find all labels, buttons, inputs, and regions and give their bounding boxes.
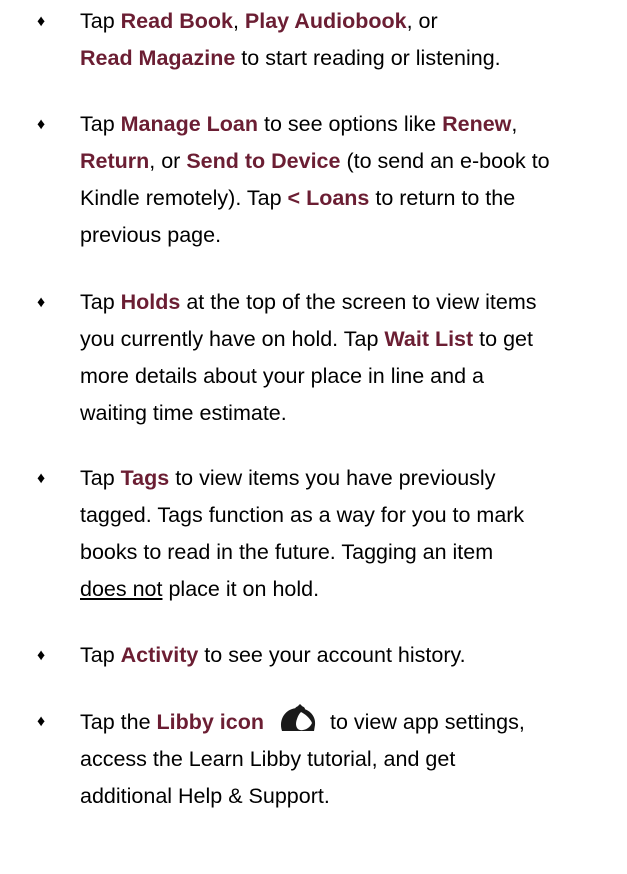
tags-label: Tags [120, 466, 170, 490]
text-run: place it on hold. [162, 577, 320, 601]
text-line: you currently have on hold. Tap Wait Lis… [80, 321, 625, 358]
bullet-icon: ♦ [37, 294, 46, 311]
list-item-text: Tap Manage Loan to see options like Rene… [80, 106, 625, 254]
text-run: Tap [80, 9, 121, 33]
text-run: to see options like [258, 112, 443, 136]
text-line: previous page. [80, 217, 625, 254]
text-line: tagged. Tags function as a way for you t… [80, 497, 625, 534]
bullet-icon: ♦ [37, 116, 46, 133]
text-run: , [232, 9, 245, 33]
send-to-device-label: Send to Device [186, 149, 341, 173]
text-line: Tap Read Book, Play Audiobook, or [80, 3, 625, 40]
list-item-text: Tap Activity to see your account history… [80, 637, 625, 674]
text-run: Tap the [80, 710, 157, 734]
activity-label: Activity [120, 643, 199, 667]
text-run: to view app settings, [330, 710, 525, 734]
manage-loan-label: Manage Loan [120, 112, 259, 136]
list-item-text: Tap Holds at the top of the screen to vi… [80, 284, 625, 432]
text-run: to see your account history. [198, 643, 466, 667]
holds-label: Holds [120, 290, 181, 314]
return-label: Return [80, 149, 150, 173]
text-line: Tap Tags to view items you have previous… [80, 460, 625, 497]
text-run: previous page. [80, 223, 222, 247]
loans-back-label: < Loans [287, 186, 370, 210]
wait-list-label: Wait List [384, 327, 474, 351]
text-run: to view items you have previously [169, 466, 496, 490]
text-run: Tap [80, 466, 121, 490]
text-run: more details about your place in line an… [80, 364, 484, 388]
text-line: Tap Activity to see your account history… [80, 637, 625, 674]
text-line: additional Help & Support. [80, 778, 625, 815]
text-run: additional Help & Support. [80, 784, 330, 808]
list-item-text: Tap Tags to view items you have previous… [80, 460, 625, 608]
text-line: access the Learn Libby tutorial, and get [80, 741, 625, 778]
text-line: Tap Manage Loan to see options like Rene… [80, 106, 625, 143]
text-run: Tap [80, 112, 121, 136]
text-line: books to read in the future. Tagging an … [80, 534, 625, 571]
read-magazine-label: Read Magazine [80, 46, 236, 70]
text-line: Tap Holds at the top of the screen to vi… [80, 284, 625, 321]
text-run: Kindle remotely). Tap [80, 186, 288, 210]
renew-label: Renew [442, 112, 512, 136]
text-line: does not place it on hold. [80, 571, 625, 608]
does-not-underlined: does not [80, 577, 163, 601]
text-run: access the Learn Libby tutorial, and get [80, 747, 456, 771]
text-line: Tap the Libby icon to view app settings, [80, 703, 625, 741]
bullet-icon: ♦ [37, 713, 46, 730]
libby-icon-label: Libby icon [156, 710, 265, 734]
text-run: to get [473, 327, 533, 351]
text-run: books to read in the future. Tagging an … [80, 540, 494, 564]
text-run: tagged. Tags function as a way for you t… [80, 503, 525, 527]
text-run: waiting time estimate. [80, 401, 287, 425]
play-audiobook-label: Play Audiobook [244, 9, 407, 33]
list-item-text: Tap Read Book, Play Audiobook, or Read M… [80, 3, 625, 77]
read-book-label: Read Book [120, 9, 233, 33]
text-run: , [511, 112, 518, 136]
text-run: you currently have on hold. Tap [80, 327, 385, 351]
text-run: Tap [80, 290, 121, 314]
text-run: to return to the [369, 186, 516, 210]
text-line: waiting time estimate. [80, 395, 625, 432]
text-run: , or [149, 149, 187, 173]
text-run: at the top of the screen to view items [180, 290, 537, 314]
bullet-icon: ♦ [37, 13, 46, 30]
libby-icon [274, 703, 322, 737]
instruction-document: ♦ Tap Read Book, Play Audiobook, or Read… [0, 0, 627, 874]
text-line: Kindle remotely). Tap < Loans to return … [80, 180, 625, 217]
text-run: , or [406, 9, 438, 33]
text-line: Read Magazine to start reading or listen… [80, 40, 625, 77]
bullet-icon: ♦ [37, 647, 46, 664]
text-run: to start reading or listening. [235, 46, 501, 70]
bullet-icon: ♦ [37, 470, 46, 487]
text-run: Tap [80, 643, 121, 667]
text-line: Return, or Send to Device (to send an e-… [80, 143, 625, 180]
list-item-text: Tap the Libby icon to view app settings, … [80, 703, 625, 815]
text-line: more details about your place in line an… [80, 358, 625, 395]
text-run: (to send an e-book to [340, 149, 550, 173]
